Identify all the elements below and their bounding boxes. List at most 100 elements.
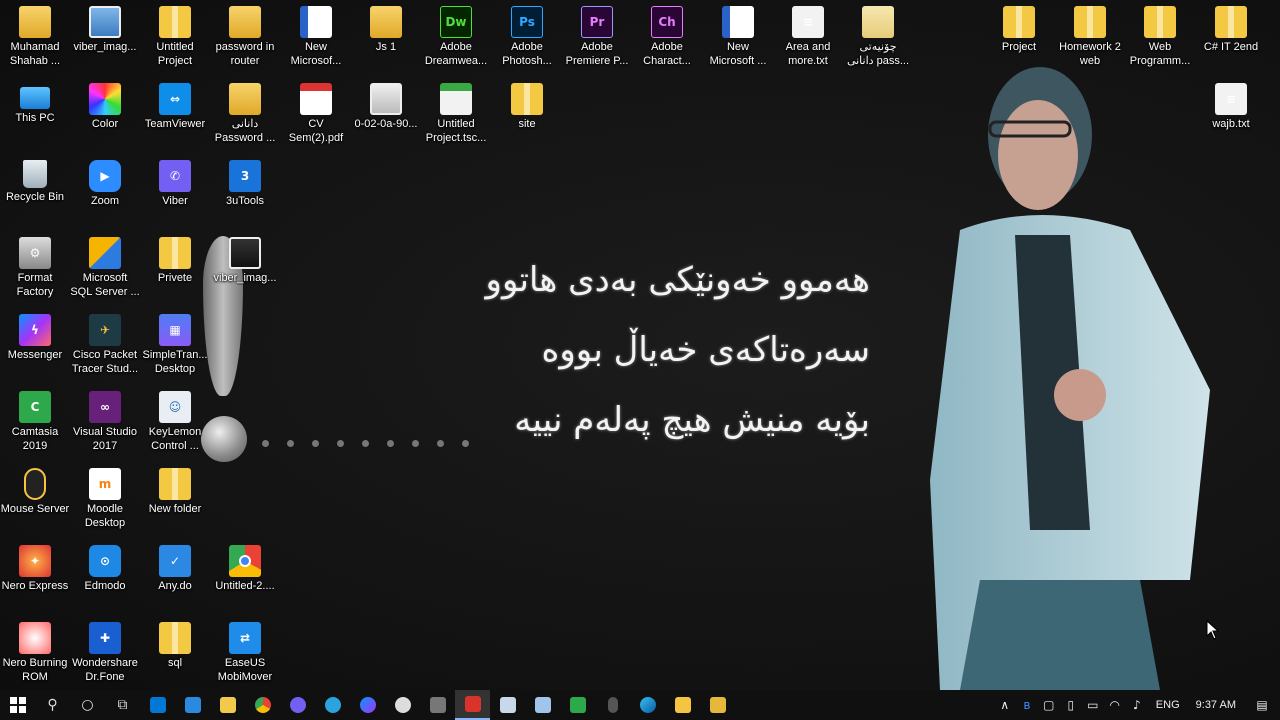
desktop-icon-cisco-packet-tracer[interactable]: ✈ Cisco Packet Tracer Stud...	[70, 308, 140, 383]
wifi-icon[interactable]: ◠	[1104, 698, 1126, 712]
desktop-icon-mouse-server[interactable]: Mouse Server	[0, 462, 70, 537]
desktop-icon-photoshop[interactable]: Ps Adobe Photosh...	[492, 0, 562, 75]
gear-icon	[394, 697, 411, 713]
desktop-icon-sql-server[interactable]: Microsoft SQL Server ...	[70, 231, 140, 306]
desktop-icon-easeus[interactable]: ⇄ EaseUS MobiMover	[210, 616, 280, 690]
taskbar-app-camtasia[interactable]	[560, 690, 595, 720]
desktop-icon-drfone[interactable]: ✚ Wondershare Dr.Fone	[70, 616, 140, 690]
desktop-icon-moodle[interactable]: m Moodle Desktop	[70, 462, 140, 537]
language-indicator[interactable]: ENG	[1148, 699, 1188, 711]
folder-icon	[370, 6, 402, 38]
desktop-icon-anydo[interactable]: ✓ Any.do	[140, 539, 210, 614]
desktop-icon-visual-studio[interactable]: ∞ Visual Studio 2017	[70, 385, 140, 460]
messenger-icon	[359, 697, 376, 713]
desktop-icon-viber-image[interactable]: viber_imag...	[70, 0, 140, 75]
taskbar-app-edge[interactable]	[630, 690, 665, 720]
desktop[interactable]: هەموو خەونێکی بەدی هاتوو سەرەتاکەی خەیاڵ…	[0, 0, 1280, 690]
cisco-packet-tracer-icon: ✈	[89, 314, 121, 346]
desktop-icon-homework2[interactable]: Homework 2 web	[1055, 0, 1125, 75]
desktop-icon-premiere[interactable]: Pr Adobe Premiere P...	[562, 0, 632, 75]
desktop-icon-sql[interactable]: sql	[140, 616, 210, 690]
desktop-icon-recycle-bin[interactable]: Recycle Bin	[0, 154, 70, 229]
desktop-icon-character-animator[interactable]: Ch Adobe Charact...	[632, 0, 702, 75]
taskbar-app-notes[interactable]	[525, 690, 560, 720]
desktop-icon-site[interactable]: site	[492, 77, 562, 152]
taskbar-app-chrome[interactable]	[245, 690, 280, 720]
desktop-icon-area-and-more[interactable]: ≡ Area and more.txt	[773, 0, 843, 75]
desktop-icon-privete[interactable]: Privete	[140, 231, 210, 306]
desktop-icon-cv-pdf[interactable]: PDF CV Sem(2).pdf	[281, 77, 351, 152]
search-button[interactable]: ⚲	[35, 690, 70, 720]
desktop-icon-password-router[interactable]: password in router	[210, 0, 280, 75]
archive-icon	[159, 237, 191, 269]
taskbar-app-mail[interactable]	[175, 690, 210, 720]
clock[interactable]: 9:37 AM	[1188, 699, 1244, 711]
nero-burning-rom-icon	[19, 622, 51, 654]
keylemon-icon: ☺	[159, 391, 191, 423]
desktop-icon-new-folder[interactable]: New folder	[140, 462, 210, 537]
taskbar-app-store[interactable]	[140, 690, 175, 720]
taskbar-app-sticky[interactable]	[665, 690, 700, 720]
store-icon	[149, 697, 166, 713]
taskbar-app-camtasia-recorder[interactable]	[455, 690, 490, 720]
desktop-icon-kurdish-pass[interactable]: چۆنیەتی دانانی pass...	[843, 0, 913, 75]
taskbar-app-file-explorer[interactable]	[210, 690, 245, 720]
desktop-icon-edmodo[interactable]: ⊙ Edmodo	[70, 539, 140, 614]
desktop-icon-kurdish-password[interactable]: دانانی Password ...	[210, 77, 280, 152]
taskbar-app-paint[interactable]	[490, 690, 525, 720]
desktop-icon-format-factory[interactable]: ⚙ Format Factory	[0, 231, 70, 306]
phone-link-icon[interactable]: ▯	[1060, 698, 1082, 712]
sql-server-icon	[89, 237, 121, 269]
desktop-icon-file-0202[interactable]: 0-02-0a-90...	[351, 77, 421, 152]
desktop-icon-zoom[interactable]: ▶ Zoom	[70, 154, 140, 229]
desktop-icon-teamviewer[interactable]: ⇔ TeamViewer	[140, 77, 210, 152]
word-document-icon: W	[722, 6, 754, 38]
cortana-button[interactable]: ○	[70, 690, 105, 720]
taskbar-app-messenger[interactable]	[350, 690, 385, 720]
desktop-icon-web-programming[interactable]: Web Programm...	[1125, 0, 1195, 75]
camtasia-recorder-icon	[464, 696, 481, 712]
drfone-icon: ✚	[89, 622, 121, 654]
desktop-icon-wajb[interactable]: ≡ wajb.txt	[1196, 77, 1266, 152]
desktop-icon-camtasia[interactable]: C Camtasia 2019	[0, 385, 70, 460]
desktop-icon-new-microsoft-word-1[interactable]: W New Microsof...	[281, 0, 351, 75]
desktop-icon-untitled-project[interactable]: Untitled Project	[140, 0, 210, 75]
desktop-icon-new-microsoft-word-2[interactable]: W New Microsoft ...	[703, 0, 773, 75]
image-file-icon	[370, 83, 402, 115]
taskbar-app-settings[interactable]	[385, 690, 420, 720]
desktop-icon-keylemon[interactable]: ☺ KeyLemon Control ...	[140, 385, 210, 460]
desktop-icon-untitled-tscproj[interactable]: Untitled Project.tsc...	[421, 77, 491, 152]
desktop-icon-js1[interactable]: Js 1	[351, 0, 421, 75]
desktop-icon-untitled-2[interactable]: Untitled-2....	[210, 539, 280, 614]
folder-icon	[219, 697, 236, 713]
desktop-icon-dreamweaver[interactable]: Dw Adobe Dreamwea...	[421, 0, 491, 75]
archive-icon	[159, 622, 191, 654]
taskbar-app-calculator[interactable]	[420, 690, 455, 720]
show-hidden-icons-chevron-up-icon[interactable]: ∧	[994, 698, 1016, 712]
desktop-icon-viber[interactable]: ✆ Viber	[140, 154, 210, 229]
desktop-icon-this-pc[interactable]: This PC	[0, 77, 70, 152]
text-file-icon: ≡	[1215, 83, 1247, 115]
desktop-icon-messenger[interactable]: ϟ Messenger	[0, 308, 70, 383]
desktop-icon-simpletran[interactable]: ▦ SimpleTran... Desktop	[140, 308, 210, 383]
action-center-notification-icon[interactable]: ▤	[1244, 698, 1280, 712]
battery-icon[interactable]: ▭	[1082, 698, 1104, 712]
taskbar-app-viber[interactable]	[280, 690, 315, 720]
task-view-button[interactable]: ⧉	[105, 690, 140, 720]
meet-now-icon[interactable]: ▢	[1038, 698, 1060, 712]
taskbar-app-telegram[interactable]	[315, 690, 350, 720]
start-button[interactable]	[0, 690, 35, 720]
volume-icon[interactable]: ♪	[1126, 698, 1148, 712]
desktop-icon-project[interactable]: Project	[984, 0, 1054, 75]
telegram-icon	[324, 697, 341, 713]
desktop-icon-nero-express[interactable]: ✦ Nero Express	[0, 539, 70, 614]
taskbar-app-mouse-server[interactable]	[595, 690, 630, 720]
bluetooth-icon[interactable]: ʙ	[1016, 698, 1038, 712]
desktop-icon-3utools[interactable]: 3 3uTools	[210, 154, 280, 229]
taskbar-app-tools[interactable]	[700, 690, 735, 720]
desktop-icon-csharp[interactable]: C# IT 2end	[1196, 0, 1266, 75]
desktop-icon-viber-image-2[interactable]: viber_imag...	[210, 231, 280, 306]
desktop-icon-muhamad-folder[interactable]: Muhamad Shahab ...	[0, 0, 70, 75]
desktop-icon-nero-burning-rom[interactable]: Nero Burning ROM	[0, 616, 70, 690]
desktop-icon-color[interactable]: Color	[70, 77, 140, 152]
